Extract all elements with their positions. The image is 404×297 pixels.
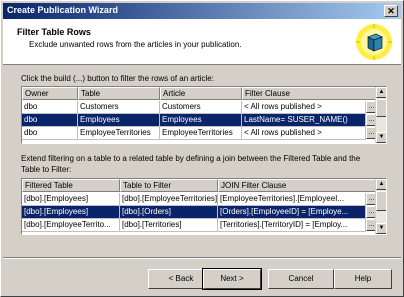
joins-scrollbar[interactable]: ▲ ▼ — [375, 179, 386, 234]
table-to-filter-cell: [dbo].[Territories] — [120, 219, 218, 232]
scroll-thumb[interactable] — [376, 191, 386, 211]
build-button[interactable]: ... — [366, 127, 375, 139]
next-button[interactable]: Next > — [202, 268, 262, 290]
table-cell: EmployeeTerritories — [78, 127, 160, 140]
join-clause-cell: [EmployeeTerritories].[EmployeeI... — [218, 193, 366, 206]
owner-cell: dbo — [22, 127, 78, 140]
page-title: Filter Table Rows — [17, 27, 91, 37]
joins-instruction-line1: Extend filtering on a table to a related… — [21, 154, 361, 163]
col-filtered-table[interactable]: Filtered Table — [22, 179, 120, 192]
join-clause-cell: [Orders].[EmployeeID] = [Employe... — [218, 206, 366, 219]
owner-cell: dbo — [22, 114, 78, 127]
build-button[interactable]: ... — [366, 219, 375, 231]
table-row[interactable]: dbo Customers Customers < All rows publi… — [22, 101, 375, 114]
wizard-header: Filter Table Rows Exclude unwanted rows … — [3, 19, 401, 65]
scroll-down-icon[interactable]: ▼ — [376, 132, 386, 143]
table-row[interactable]: [dbo].[Employees] [dbo].[Orders] [Orders… — [22, 206, 375, 219]
table-row[interactable]: dbo EmployeeTerritories EmployeeTerritor… — [22, 127, 375, 140]
build-button[interactable]: ... — [366, 101, 375, 113]
build-button[interactable]: ... — [366, 193, 375, 205]
build-button[interactable]: ... — [366, 114, 375, 126]
table-row[interactable]: [dbo].[EmployeeTerrito... [dbo].[Territo… — [22, 219, 375, 232]
filter-cell: LastName= SUSER_NAME() — [242, 114, 366, 127]
button-separator — [3, 257, 401, 259]
col-filter-clause[interactable]: Filter Clause — [242, 87, 375, 100]
articles-grid[interactable]: Owner Table Article Filter Clause dbo Cu… — [21, 86, 387, 144]
articles-scrollbar[interactable]: ▲ ▼ — [375, 87, 386, 143]
joins-header-row: Filtered Table Table to Filter JOIN Filt… — [22, 179, 375, 192]
col-table-to-filter[interactable]: Table to Filter — [120, 179, 218, 192]
filtered-table-cell: [dbo].[EmployeeTerrito... — [22, 219, 120, 232]
filtered-table-cell: [dbo].[Employees] — [22, 206, 120, 219]
table-cell: Employees — [78, 114, 160, 127]
table-row[interactable]: [dbo].[Employees] [dbo].[EmployeeTerrito… — [22, 193, 375, 206]
title-bar: Create Publication Wizard ✕ — [3, 3, 401, 19]
table-to-filter-cell: [dbo].[EmployeeTerritories] — [120, 193, 218, 206]
page-subtitle: Exclude unwanted rows from the articles … — [29, 40, 242, 49]
article-cell: Employees — [160, 114, 242, 127]
close-icon: ✕ — [387, 6, 395, 16]
articles-header-row: Owner Table Article Filter Clause — [22, 87, 375, 100]
filtered-table-cell: [dbo].[Employees] — [22, 193, 120, 206]
scroll-thumb[interactable] — [376, 99, 386, 117]
table-cell: Customers — [78, 101, 160, 114]
col-table[interactable]: Table — [78, 87, 160, 100]
join-clause-cell: [Territories].[TerritoryID] = [Employ... — [218, 219, 366, 232]
owner-cell: dbo — [22, 101, 78, 114]
build-button[interactable]: ... — [366, 206, 375, 218]
col-article[interactable]: Article — [160, 87, 242, 100]
cancel-button[interactable]: Cancel — [268, 269, 334, 289]
scroll-down-icon[interactable]: ▼ — [376, 223, 386, 234]
scroll-up-icon[interactable]: ▲ — [376, 179, 386, 190]
wizard-window: Create Publication Wizard ✕ Filter Table… — [0, 0, 404, 297]
filter-cell: < All rows published > — [242, 127, 366, 140]
table-row[interactable]: dbo Employees Employees LastName= SUSER_… — [22, 114, 375, 127]
joins-instruction-line2: Table to Filter: — [21, 165, 72, 174]
article-cell: EmployeeTerritories — [160, 127, 242, 140]
help-button[interactable]: Help — [334, 269, 392, 289]
table-to-filter-cell: [dbo].[Orders] — [120, 206, 218, 219]
articles-instruction: Click the build (...) button to filter t… — [21, 74, 214, 83]
close-button[interactable]: ✕ — [384, 5, 398, 17]
col-join-filter-clause[interactable]: JOIN Filter Clause — [218, 179, 375, 192]
wizard-cube-icon — [356, 24, 392, 60]
article-cell: Customers — [160, 101, 242, 114]
col-owner[interactable]: Owner — [22, 87, 78, 100]
joins-grid[interactable]: Filtered Table Table to Filter JOIN Filt… — [21, 178, 387, 235]
scroll-up-icon[interactable]: ▲ — [376, 87, 386, 98]
window-title: Create Publication Wizard — [7, 5, 118, 15]
filter-cell: < All rows published > — [242, 101, 366, 114]
